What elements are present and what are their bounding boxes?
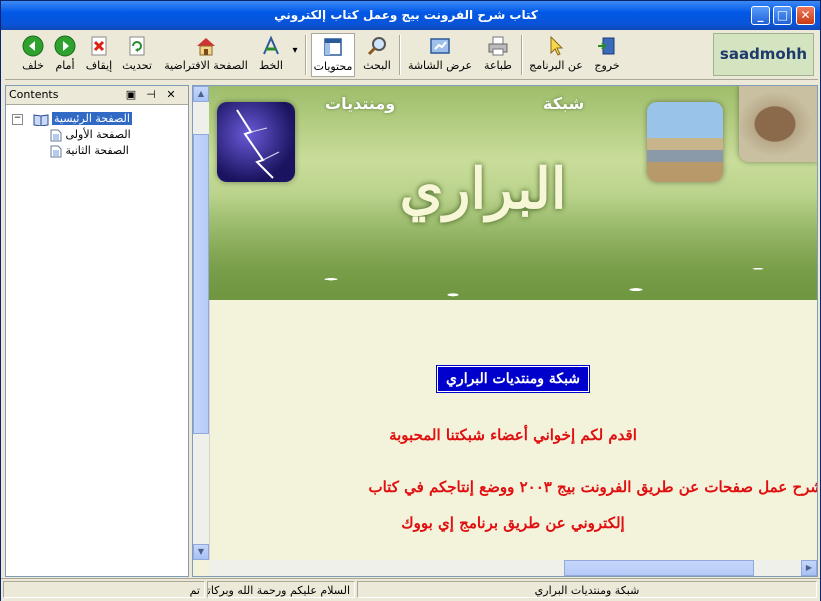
contents-pane: Contents ▣ ⊣ ✕ − الصفحة الرئيسية الصفحة …: [5, 85, 189, 577]
banner-network-text: شبكة: [543, 94, 585, 113]
page-icon: [50, 129, 62, 141]
tree-item-label: الصفحة الرئيسية: [52, 112, 132, 125]
stop-label: إيقاف: [85, 59, 113, 72]
forward-label: أمام: [55, 59, 75, 72]
title-bar[interactable]: كتاب شرح الفرونت بيج وعمل كتاب إلكتروني …: [1, 1, 820, 30]
home-label: الصفحة الافتراضية: [164, 59, 248, 72]
about-button[interactable]: عن البرنامج: [527, 33, 585, 77]
home-button[interactable]: الصفحة الافتراضية: [161, 33, 251, 77]
pane-close-button[interactable]: ✕: [164, 86, 178, 104]
page-heading: شبكة ومنتديات البراري: [435, 365, 591, 393]
contents-button[interactable]: محتويات: [311, 33, 355, 77]
toolbar: خلف أمام إيقاف تحديث الصفحة الافتراضية ا…: [5, 31, 818, 80]
back-button[interactable]: خلف: [19, 33, 47, 77]
page-icon: [50, 145, 62, 157]
header-banner: شبكة ومنتديات البراري: [209, 86, 817, 300]
pin-icon[interactable]: ⊣: [144, 86, 158, 104]
desert-pond-photo: [647, 102, 723, 182]
scroll-up-button[interactable]: ▲: [193, 86, 209, 102]
pane-menu-button[interactable]: ▣: [124, 86, 138, 104]
content-view[interactable]: ▲ ▼ شبكة ومنتديات البراري شبكة ومنتديات …: [192, 85, 818, 577]
tree-item-page-1[interactable]: الصفحة الأولى: [50, 127, 131, 142]
refresh-icon: [129, 36, 145, 56]
horizontal-scrollbar[interactable]: ▶: [209, 560, 817, 576]
maximize-button[interactable]: □: [773, 6, 792, 25]
stop-button[interactable]: إيقاف: [83, 33, 115, 77]
fullscreen-label: عرض الشاشة: [407, 59, 473, 72]
vertical-scrollbar[interactable]: ▲ ▼: [193, 86, 210, 560]
banner-forums-text: ومنتديات: [325, 94, 396, 113]
font-dropdown-button[interactable]: ▾: [289, 45, 301, 65]
forward-arrow-icon: [54, 35, 76, 57]
print-button[interactable]: طباعة: [479, 33, 517, 77]
minimize-button[interactable]: _: [751, 6, 770, 25]
fullscreen-icon: [430, 38, 450, 54]
brand-logo: saadmohh: [713, 33, 814, 76]
tree-expander[interactable]: −: [12, 113, 23, 125]
stop-icon: [91, 36, 107, 56]
toolbar-separator: [305, 35, 307, 75]
toolbar-separator: [399, 35, 401, 75]
scroll-thumb[interactable]: [193, 134, 209, 434]
page-heading-wrap: شبكة ومنتديات البراري: [209, 365, 817, 393]
banner-logo-text: البراري: [399, 156, 567, 222]
lightning-icon: [236, 109, 280, 179]
exit-label: خروج: [594, 59, 620, 72]
exit-button[interactable]: خروج: [589, 33, 625, 77]
font-icon: [263, 35, 279, 55]
home-icon: [197, 38, 215, 56]
status-right: شبكة ومنتديات البراري: [357, 581, 817, 598]
status-middle: السلام عليكم ورحمة الله وبركاته: [207, 581, 355, 598]
tree-item-home[interactable]: − الصفحة الرئيسية: [12, 111, 132, 127]
printer-icon: [488, 36, 508, 56]
toolbar-separator: [521, 35, 523, 75]
print-label: طباعة: [484, 59, 512, 72]
fullscreen-button[interactable]: عرض الشاشة: [405, 33, 475, 77]
font-label: الخط: [259, 59, 283, 72]
page-line-1: اقدم لكم إخواني أعضاء شبكتنا المحبوبة: [389, 426, 637, 444]
refresh-label: تحديث: [122, 59, 152, 72]
close-button[interactable]: ✕: [796, 6, 815, 25]
app-window: كتاب شرح الفرونت بيج وعمل كتاب إلكتروني …: [0, 0, 821, 601]
back-arrow-icon: [22, 35, 44, 57]
status-left: تم: [3, 581, 205, 598]
about-label: عن البرنامج: [529, 59, 583, 72]
page-line-3: إلكتروني عن طريق برنامج إي بووك: [401, 514, 625, 532]
contents-label: محتويات: [313, 60, 353, 73]
tree-item-label: الصفحة الأولى: [65, 128, 131, 141]
window-title: كتاب شرح الفرونت بيج وعمل كتاب إلكتروني: [274, 8, 538, 22]
search-button[interactable]: البحث: [359, 33, 395, 77]
exit-door-icon: [598, 37, 615, 55]
pane-title: Contents: [9, 88, 59, 101]
pane-header: Contents ▣ ⊣ ✕: [6, 86, 188, 105]
bird-photo: [739, 86, 817, 162]
font-button[interactable]: الخط: [255, 33, 287, 77]
search-label: البحث: [363, 59, 391, 72]
tree-item-page-2[interactable]: الصفحة الثانية: [50, 143, 129, 158]
forward-button[interactable]: أمام: [51, 33, 79, 77]
lightning-photo: [217, 102, 295, 182]
scroll-down-button[interactable]: ▼: [193, 544, 209, 560]
tree-item-label: الصفحة الثانية: [65, 144, 129, 157]
back-label: خلف: [22, 59, 44, 72]
scroll-right-button[interactable]: ▶: [801, 560, 817, 576]
page-line-2: شرح عمل صفحات عن طريق الفرونت بيج ٢٠٠٣ و…: [368, 478, 818, 496]
pointer-icon: [550, 35, 564, 56]
search-icon: [367, 37, 386, 56]
horizontal-scroll-thumb[interactable]: [564, 560, 754, 576]
contents-icon: [324, 38, 342, 56]
status-bar: تم السلام عليكم ورحمة الله وبركاته شبكة …: [1, 578, 820, 601]
book-icon: [33, 113, 48, 127]
refresh-button[interactable]: تحديث: [119, 33, 155, 77]
